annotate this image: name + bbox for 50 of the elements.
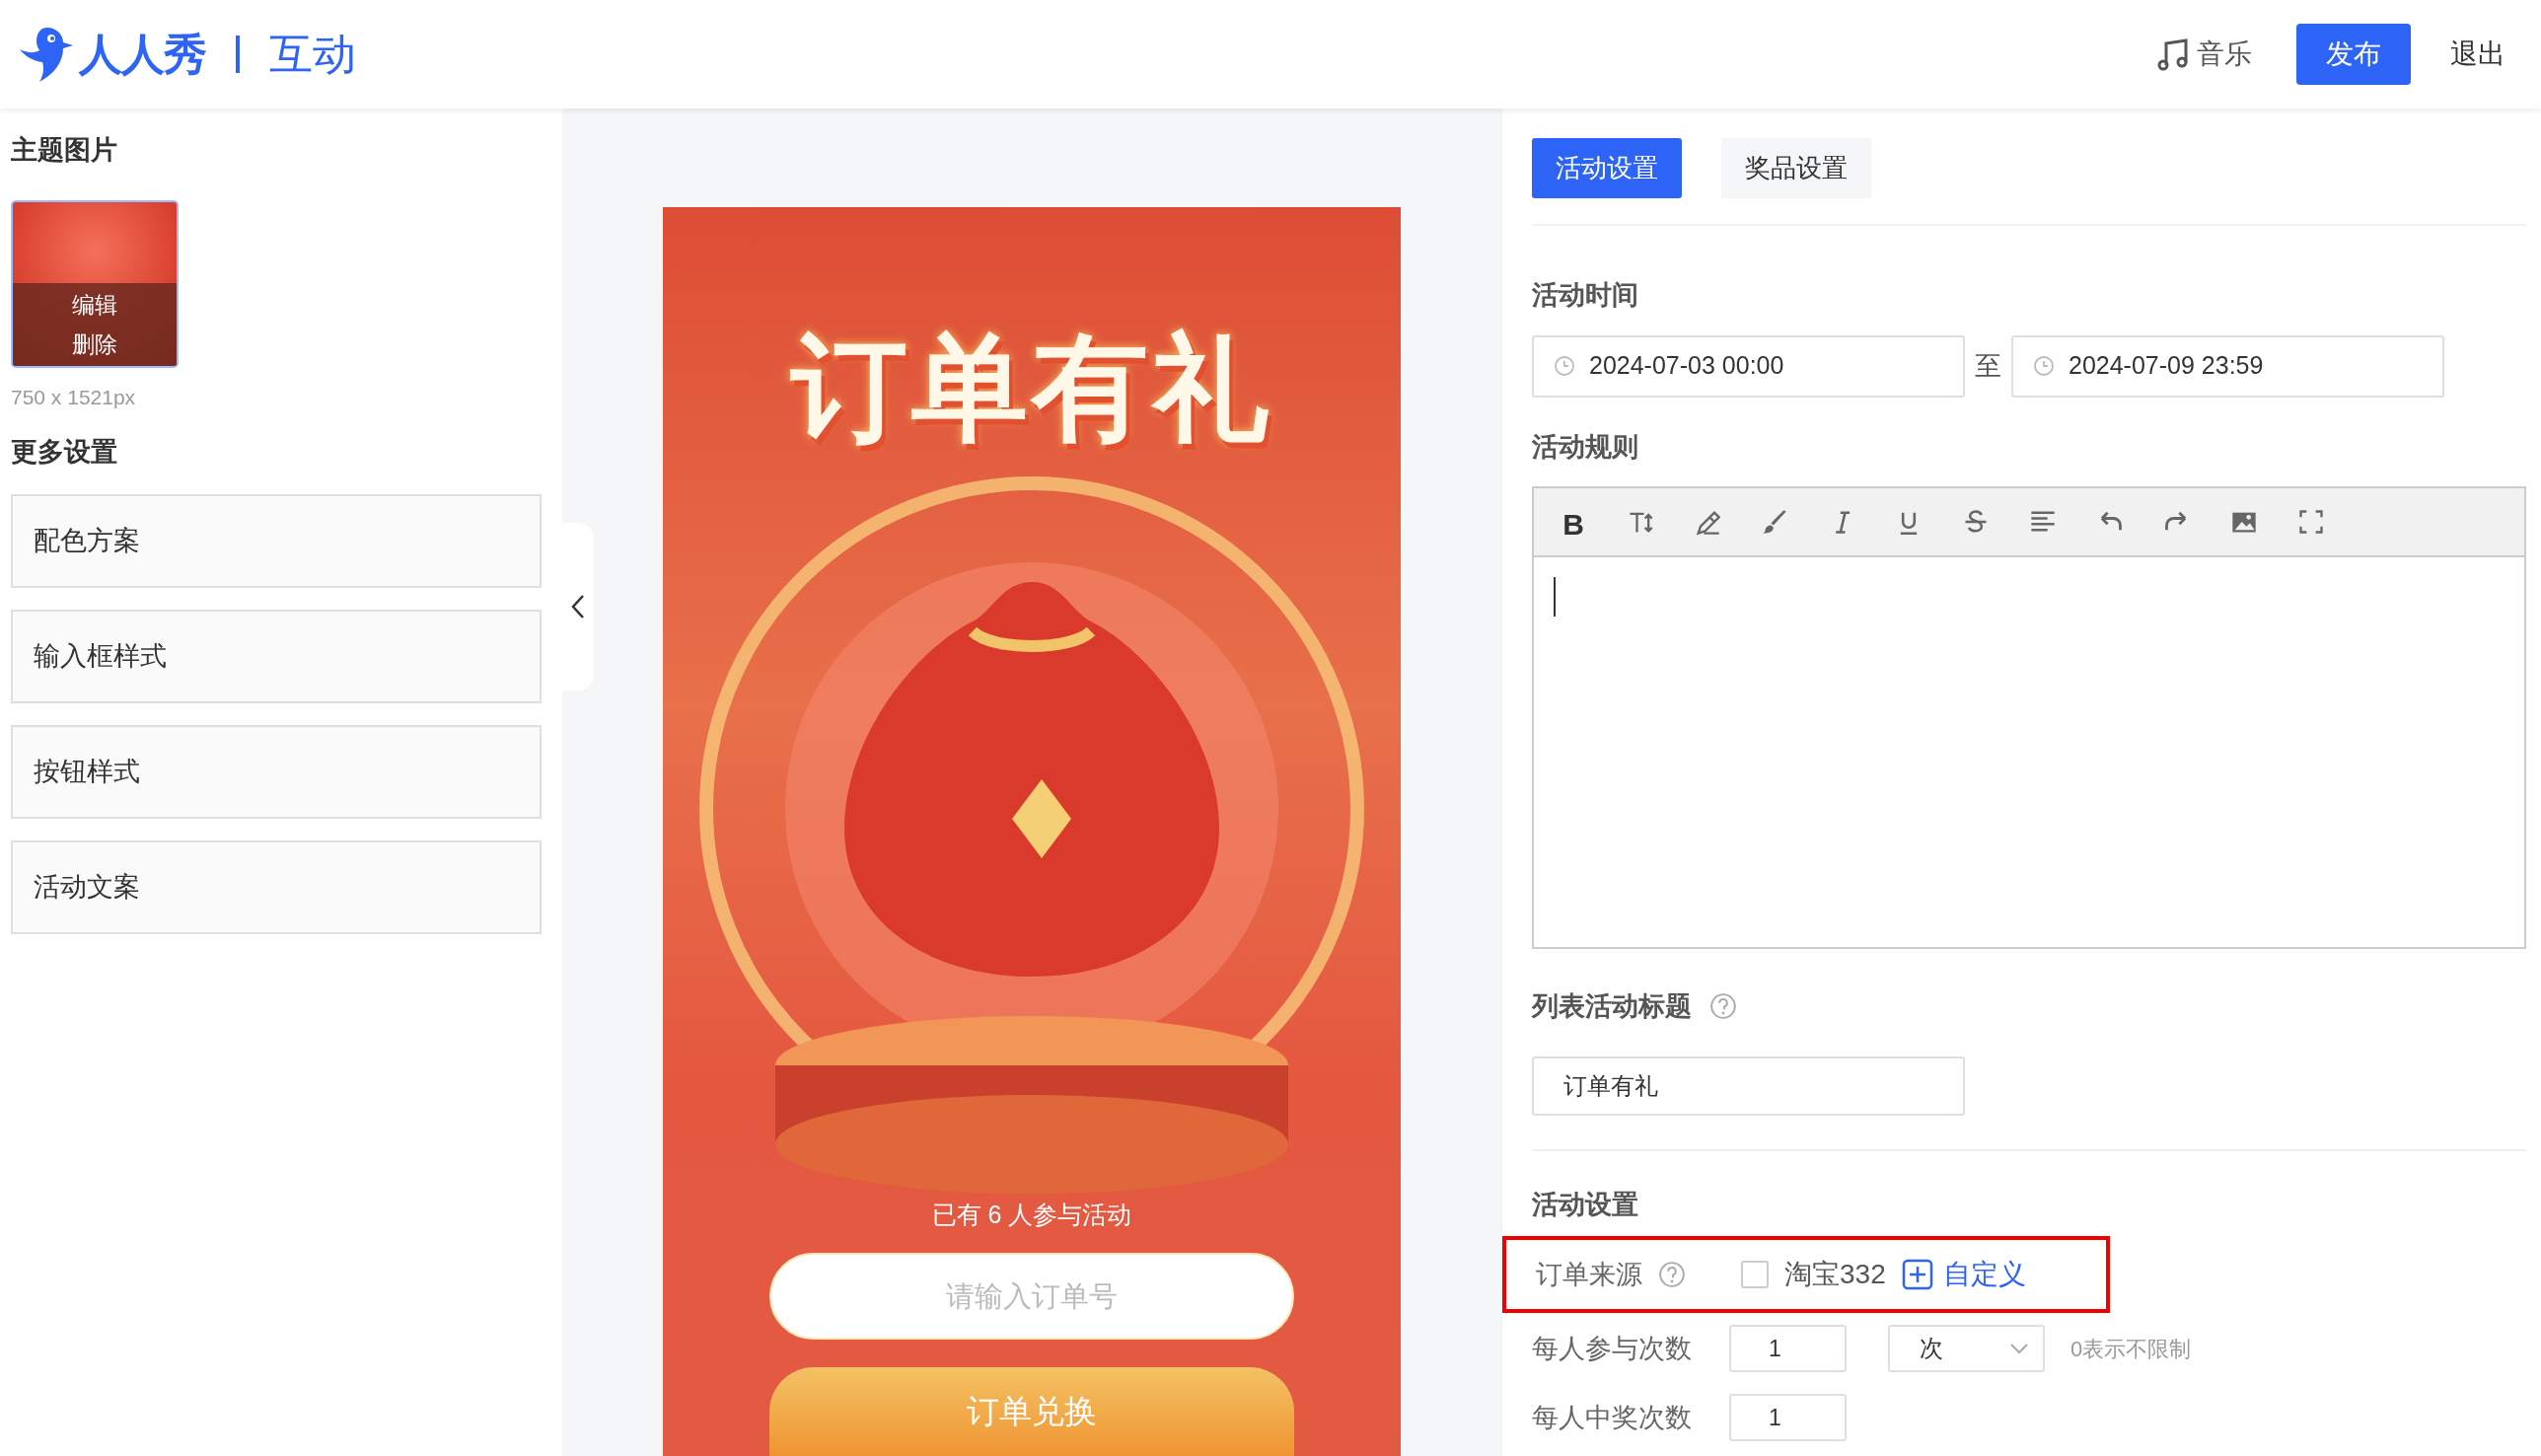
rich-text-editor[interactable]: B — [1532, 486, 2526, 949]
unit-select[interactable]: 次 — [1888, 1325, 2045, 1372]
field-label: 订单来源 — [1536, 1258, 1642, 1291]
list-title-field[interactable]: 订单有礼 — [1532, 1056, 1965, 1116]
clock-icon — [2033, 355, 2055, 377]
thumbnail-action[interactable]: 编辑 — [72, 284, 117, 325]
settings-item[interactable]: 配色方案 — [11, 493, 542, 588]
section-title: 主题图片 — [11, 134, 118, 167]
clock-icon — [1554, 355, 1575, 377]
custom-link[interactable]: 自定义 — [1901, 1254, 2026, 1295]
count-field[interactable]: 1 — [1729, 1325, 1847, 1372]
fullscreen-icon — [2297, 508, 2325, 536]
field-label: 每人中奖次数 — [1532, 1401, 1693, 1434]
music-note-icon — [2157, 37, 2189, 71]
poster-title: 订单有礼 — [791, 322, 1272, 455]
field-label: 活动时间 — [1532, 279, 1639, 312]
field-label: 活动规则 — [1532, 430, 1639, 464]
hint-text: 0表示不限制 — [2070, 1335, 2192, 1363]
chevron-down-icon — [2009, 1343, 2029, 1354]
count-field[interactable]: 1 — [1729, 1394, 1847, 1441]
settings-item[interactable]: 活动文案 — [11, 839, 542, 934]
option-label: 淘宝332 — [1784, 1258, 1886, 1291]
image-size-text: 750 x 1521px — [11, 384, 137, 410]
theme-thumbnail[interactable]: 编辑 删除 — [11, 199, 179, 368]
chevron-left-icon — [571, 594, 585, 619]
music-button[interactable]: 音乐 — [2157, 34, 2252, 75]
field-label: 每人参与次数 — [1532, 1332, 1693, 1365]
logout-button[interactable]: 退出 — [2450, 34, 2505, 75]
participants-text: 已有 6 人参与活动 — [931, 1199, 1132, 1230]
checkbox[interactable] — [1741, 1261, 1769, 1288]
settings-item[interactable]: 按钮样式 — [11, 724, 542, 819]
collapse-handle[interactable] — [562, 523, 594, 691]
paintbrush-icon — [1761, 508, 1788, 536]
field-label: 活动设置 — [1532, 1188, 1639, 1221]
settings-item[interactable]: 输入框样式 — [11, 609, 542, 703]
range-separator: 至 — [1975, 349, 2001, 383]
section-title: 更多设置 — [11, 436, 118, 469]
bold-button[interactable]: B — [1546, 502, 1601, 542]
date-field[interactable]: 2024-07-09 23:59 — [2011, 334, 2444, 398]
thumbnail-action[interactable]: 删除 — [72, 324, 117, 364]
tab[interactable]: 活动设置 — [1532, 138, 1682, 198]
publish-button[interactable]: 发布 — [2296, 24, 2411, 85]
field-label: 列表活动标题 — [1532, 990, 1692, 1023]
date-field[interactable]: 2024-07-03 00:00 — [1532, 334, 1965, 398]
order-number-field[interactable]: 请输入订单号 — [769, 1253, 1294, 1340]
plus-square-icon — [1901, 1259, 1933, 1290]
tab[interactable]: 奖品设置 — [1721, 138, 1871, 198]
product-title: 互动 — [268, 29, 356, 80]
logo-text: 人人秀 — [79, 29, 206, 80]
text-cursor — [1554, 577, 1556, 617]
